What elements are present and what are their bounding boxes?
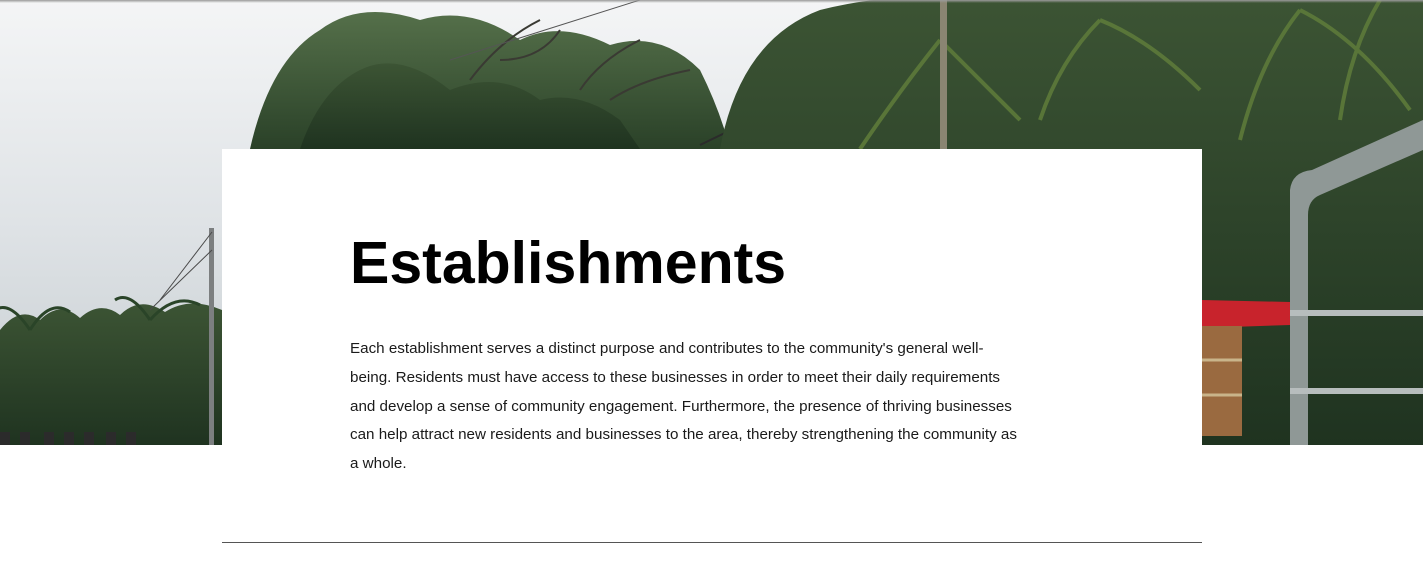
- section-title: Establishments: [350, 230, 787, 296]
- section-divider: [222, 542, 1202, 543]
- section-description: Each establishment serves a distinct pur…: [350, 340, 1017, 473]
- content-card: Establishments Each establishment serves…: [222, 149, 1202, 479]
- page: Establishments Each establishment serves…: [0, 0, 1423, 586]
- header-shadow: [0, 0, 1423, 3]
